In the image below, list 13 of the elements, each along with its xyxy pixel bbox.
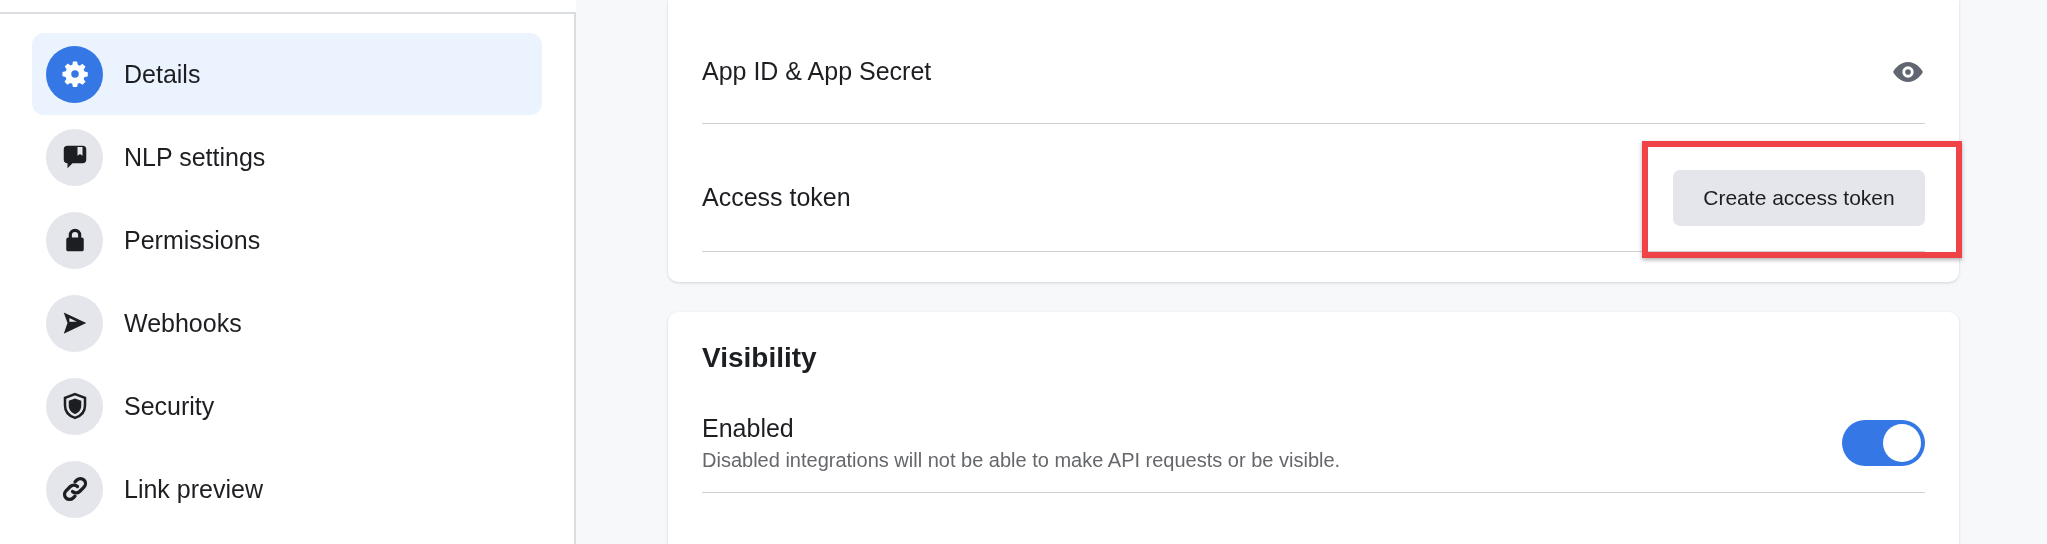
- row-label: Access token: [702, 183, 851, 212]
- card-title: Visibility: [702, 341, 818, 374]
- sidebar-item[interactable]: Security: [32, 365, 542, 447]
- sidebar-item[interactable]: Details: [32, 33, 542, 115]
- setting-label: Enabled: [702, 414, 795, 443]
- create-token-button[interactable]: Create access token: [1673, 169, 1925, 226]
- sidebar-item[interactable]: Link preview: [32, 448, 542, 530]
- row-label: App ID & App Secret: [702, 57, 932, 86]
- sidebar-item[interactable]: Webhooks: [32, 282, 542, 364]
- sidebar-item[interactable]: Permissions: [32, 199, 542, 281]
- setting-description: Disabled integrations will not be able to make API requests or be visible.: [702, 449, 1341, 472]
- toggle-switch[interactable]: [1842, 420, 1925, 466]
- sidebar-item[interactable]: NLP settings: [32, 116, 542, 198]
